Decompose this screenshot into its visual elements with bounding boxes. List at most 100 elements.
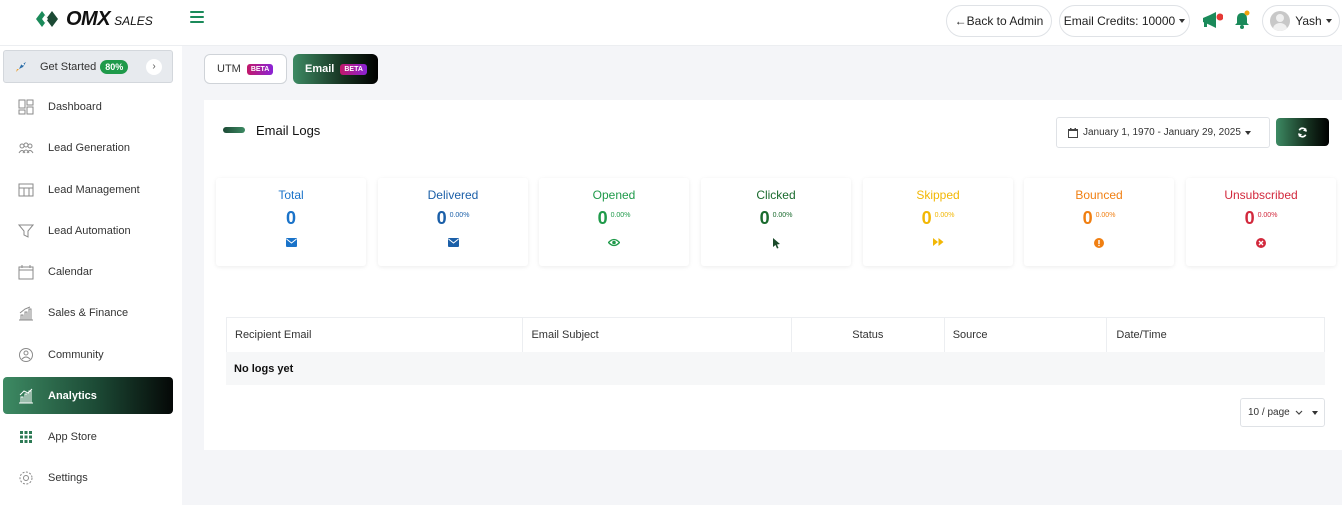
close-circle-icon (1186, 238, 1336, 250)
stat-label: Skipped (916, 188, 960, 202)
sidebar-item-settings[interactable]: Settings (3, 459, 173, 496)
stat-percent: 0.00% (772, 212, 793, 219)
refresh-button[interactable] (1276, 118, 1329, 146)
stat-label: Unsubscribed (1224, 188, 1298, 202)
brand-name: OMX (66, 7, 111, 30)
stat-label: Total (278, 188, 304, 202)
sidebar-item-analytics[interactable]: Analytics (3, 377, 173, 414)
brand-logo[interactable]: OMX SALES (34, 6, 153, 32)
email-credits-label: Email Credits: 10000 (1063, 14, 1176, 28)
back-to-admin-label: ←Back to Admin (954, 14, 1044, 28)
sidebar-item-label: Analytics (48, 389, 97, 402)
sidebar: Get Started 80% › Dashboard Lead Generat… (0, 46, 182, 505)
stat-percent: 0.00% (449, 212, 470, 219)
table-header: Recipient Email Email Subject Status Sou… (226, 317, 1325, 352)
email-logs-table: Recipient Email Email Subject Status Sou… (226, 317, 1325, 385)
column-header-source[interactable]: Source (945, 318, 1108, 352)
caret-down-icon (1311, 410, 1318, 415)
page-size-select[interactable]: 10 / page (1240, 398, 1325, 427)
get-started-button[interactable]: Get Started 80% › (3, 50, 173, 83)
logo-mark-icon (36, 11, 58, 27)
sidebar-item-lead-generation[interactable]: Lead Generation (3, 129, 173, 166)
cursor-icon (701, 238, 851, 250)
column-header-recipient-email[interactable]: Recipient Email (227, 318, 524, 352)
stat-value: 0 0.00% (1082, 208, 1116, 228)
empty-state-text: No logs yet (234, 362, 294, 375)
megaphone-icon[interactable] (1201, 11, 1223, 29)
stat-card-unsubscribed: Unsubscribed 0 0.00% (1186, 178, 1336, 266)
stats-row: Total 0 Delivered 0 0.00% Opened 0 0.00% C… (216, 178, 1336, 266)
chevron-down-icon (1244, 130, 1251, 135)
stat-card-skipped: Skipped 0 0.00% (863, 178, 1013, 266)
page-title: Email Logs (256, 123, 321, 138)
sidebar-item-label: Community (48, 348, 104, 361)
table-row: No logs yet (226, 352, 1325, 385)
chevron-down-icon (1325, 19, 1332, 23)
stat-value: 0 0.00% (921, 208, 955, 228)
sidebar-item-dashboard[interactable]: Dashboard (3, 88, 173, 125)
sidebar-item-community[interactable]: Community (3, 336, 173, 373)
chevron-down-icon (1179, 19, 1186, 23)
email-credits-dropdown[interactable]: Email Credits: 10000 (1059, 5, 1190, 37)
stat-value: 0 0.00% (759, 208, 793, 228)
column-header-email-subject[interactable]: Email Subject (523, 318, 792, 352)
date-range-label: January 1, 1970 - January 29, 2025 (1083, 127, 1241, 138)
email-logs-card: Email Logs January 1, 1970 - January 29,… (204, 100, 1342, 450)
grid-icon (20, 430, 32, 443)
sidebar-item-label: Dashboard (48, 100, 102, 113)
stat-label: Bounced (1075, 188, 1123, 202)
stat-label: Clicked (756, 188, 796, 202)
rocket-icon (16, 61, 26, 72)
tab-label: UTM (217, 63, 241, 75)
sidebar-item-label: Lead Automation (48, 224, 131, 237)
fast-forward-icon (863, 238, 1013, 250)
date-range-picker[interactable]: January 1, 1970 - January 29, 2025 (1056, 117, 1270, 148)
stat-value: 0 (285, 208, 296, 228)
chevron-down-icon (1295, 410, 1303, 415)
bell-icon[interactable] (1233, 10, 1251, 30)
sidebar-item-app-store[interactable]: App Store (3, 418, 173, 455)
stat-percent: 0.00% (1257, 212, 1278, 219)
column-header-status[interactable]: Status (792, 318, 945, 352)
calendar-icon (18, 264, 34, 279)
calendar-icon (1068, 127, 1078, 138)
eye-icon (539, 238, 689, 250)
sidebar-item-label: Lead Management (48, 183, 140, 196)
back-to-admin-button[interactable]: ←Back to Admin (946, 5, 1052, 37)
sidebar-item-lead-management[interactable]: Lead Management (3, 171, 173, 208)
envelope-icon (216, 238, 366, 250)
hamburger-menu-icon[interactable] (190, 11, 204, 23)
beta-badge: BETA (340, 63, 367, 75)
sidebar-item-label: Lead Generation (48, 141, 130, 154)
sidebar-item-label: App Store (48, 430, 97, 443)
tab-utm[interactable]: UTM BETA (204, 54, 287, 84)
stat-value: 0 0.00% (436, 208, 470, 228)
get-started-label: Get Started (40, 60, 97, 73)
sidebar-item-calendar[interactable]: Calendar (3, 253, 173, 290)
refresh-icon (1298, 127, 1307, 137)
community-icon (19, 347, 33, 362)
users-icon (18, 142, 34, 153)
sidebar-item-lead-automation[interactable]: Lead Automation (3, 212, 173, 249)
table-icon (18, 183, 34, 196)
chevron-right-icon: › (146, 59, 162, 75)
chart-icon (19, 306, 33, 320)
sidebar-item-label: Settings (48, 471, 88, 484)
user-menu[interactable]: Yash (1262, 5, 1340, 37)
tab-email[interactable]: Email BETA (293, 54, 378, 84)
stat-card-bounced: Bounced 0 0.00% (1024, 178, 1174, 266)
stat-value: 0 0.00% (1244, 208, 1278, 228)
top-bar: OMX SALES ←Back to Admin Email Credits: … (0, 0, 1342, 46)
sidebar-item-label: Sales & Finance (48, 306, 129, 319)
gear-icon (19, 471, 33, 484)
sidebar-item-sales-finance[interactable]: Sales & Finance (3, 294, 173, 331)
section-marker (223, 127, 245, 133)
stat-card-opened: Opened 0 0.00% (539, 178, 689, 266)
sidebar-item-label: Calendar (48, 265, 93, 278)
stat-card-delivered: Delivered 0 0.00% (378, 178, 528, 266)
column-header-date-time[interactable]: Date/Time (1107, 318, 1324, 352)
stat-card-total: Total 0 (216, 178, 366, 266)
analytics-icon (19, 388, 33, 403)
page-size-label: 10 / page (1248, 407, 1290, 418)
envelope-icon (378, 238, 528, 250)
